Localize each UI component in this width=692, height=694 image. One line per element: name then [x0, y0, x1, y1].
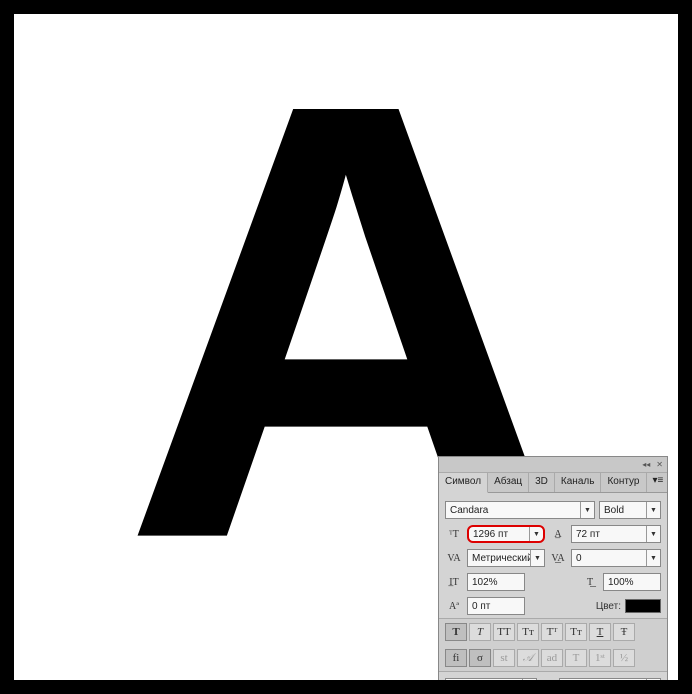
antialias-combo[interactable]: Плавное ▼: [559, 678, 661, 680]
row-baseline: Aª 0 пт Цвет:: [439, 594, 667, 618]
panel-menu-icon[interactable]: ▾≡: [647, 473, 670, 492]
canvas[interactable]: A ◂◂ ✕ Символ Абзац 3D Каналь Контур ▾≡ …: [14, 14, 678, 680]
opentype-bar: fi σ st 𝒜 ad T 1ˢᵗ ½: [439, 645, 667, 671]
close-icon[interactable]: ✕: [656, 460, 663, 469]
titling-alt-button[interactable]: ad: [541, 649, 563, 667]
font-size-icon: ᵀT: [445, 526, 463, 542]
collapse-icon[interactable]: ◂◂: [642, 460, 650, 469]
tracking-value: 0: [572, 553, 646, 564]
chevron-down-icon[interactable]: ▼: [646, 679, 660, 680]
leading-combo[interactable]: 72 пт ▼: [571, 525, 661, 543]
baseline-shift-value: 0 пт: [468, 601, 524, 612]
kerning-value: Метрический: [468, 553, 530, 564]
character-panel: ◂◂ ✕ Символ Абзац 3D Каналь Контур ▾≡ Ca…: [438, 456, 668, 680]
tab-channel[interactable]: Каналь: [555, 473, 602, 492]
allcaps-button[interactable]: TT: [493, 623, 515, 641]
vert-scale-value: 102%: [468, 577, 524, 588]
kerning-icon: VA: [445, 550, 463, 566]
faux-italic-button[interactable]: T: [469, 623, 491, 641]
ordinals-button[interactable]: 1ˢᵗ: [589, 649, 611, 667]
font-size-combo[interactable]: 1296 пт ▼: [467, 525, 545, 543]
color-label: Цвет:: [596, 601, 621, 612]
chevron-down-icon[interactable]: ▼: [530, 550, 544, 566]
tracking-icon: V͟A: [549, 550, 567, 566]
chevron-down-icon[interactable]: ▼: [522, 679, 536, 680]
horiz-scale-value: 100%: [604, 577, 660, 588]
ligatures-button[interactable]: fi: [445, 649, 467, 667]
discretionary-lig-button[interactable]: st: [493, 649, 515, 667]
row-font: Candara ▼ Bold ▼: [439, 493, 667, 522]
chevron-down-icon[interactable]: ▼: [646, 526, 660, 542]
row-language: Английский... ▼ aₐ Плавное ▼: [439, 671, 667, 680]
font-family-combo[interactable]: Candara ▼: [445, 501, 595, 519]
kerning-combo[interactable]: Метрический ▼: [467, 549, 545, 567]
font-weight-value: Bold: [600, 505, 646, 516]
vert-scale-icon: I̲T: [445, 574, 463, 590]
row-scale: I̲T 102% T͟ 100%: [439, 570, 667, 594]
superscript-button[interactable]: Tᵀ: [541, 623, 563, 641]
panel-titlebar: ◂◂ ✕: [439, 457, 667, 473]
font-family-value: Candara: [446, 505, 580, 516]
app-frame: A ◂◂ ✕ Символ Абзац 3D Каналь Контур ▾≡ …: [0, 0, 692, 694]
strikethrough-button[interactable]: Ŧ: [613, 623, 635, 641]
color-swatch[interactable]: [625, 599, 661, 613]
swash-button[interactable]: 𝒜: [517, 649, 539, 667]
row-size: ᵀT 1296 пт ▼ A̲ 72 пт ▼: [439, 522, 667, 546]
contextual-alt-button[interactable]: σ: [469, 649, 491, 667]
leading-icon: A̲: [549, 526, 567, 542]
chevron-down-icon[interactable]: ▼: [529, 527, 543, 541]
baseline-shift-icon: Aª: [445, 598, 463, 614]
row-kerning: VA Метрический ▼ V͟A 0 ▼: [439, 546, 667, 570]
baseline-shift-combo[interactable]: 0 пт: [467, 597, 525, 615]
text-style-bar: T T TT Tᴛ Tᵀ Tᴛ T Ŧ: [439, 618, 667, 645]
tab-contour[interactable]: Контур: [601, 473, 646, 492]
fractions-button[interactable]: ½: [613, 649, 635, 667]
panel-tabs: Символ Абзац 3D Каналь Контур ▾≡: [439, 473, 667, 493]
tracking-combo[interactable]: 0 ▼: [571, 549, 661, 567]
tab-symbol[interactable]: Символ: [439, 473, 488, 493]
font-weight-combo[interactable]: Bold ▼: [599, 501, 661, 519]
tab-3d[interactable]: 3D: [529, 473, 555, 492]
language-combo[interactable]: Английский... ▼: [445, 678, 537, 680]
vert-scale-combo[interactable]: 102%: [467, 573, 525, 591]
tab-paragraph[interactable]: Абзац: [488, 473, 529, 492]
horiz-scale-combo[interactable]: 100%: [603, 573, 661, 591]
stylistic-alt-button[interactable]: T: [565, 649, 587, 667]
subscript-button[interactable]: Tᴛ: [565, 623, 587, 641]
horiz-scale-icon: T͟: [581, 574, 599, 590]
underline-button[interactable]: T: [589, 623, 611, 641]
chevron-down-icon[interactable]: ▼: [646, 502, 660, 518]
font-size-value: 1296 пт: [469, 529, 529, 540]
leading-value: 72 пт: [572, 529, 646, 540]
chevron-down-icon[interactable]: ▼: [646, 550, 660, 566]
smallcaps-button[interactable]: Tᴛ: [517, 623, 539, 641]
chevron-down-icon[interactable]: ▼: [580, 502, 594, 518]
faux-bold-button[interactable]: T: [445, 623, 467, 641]
